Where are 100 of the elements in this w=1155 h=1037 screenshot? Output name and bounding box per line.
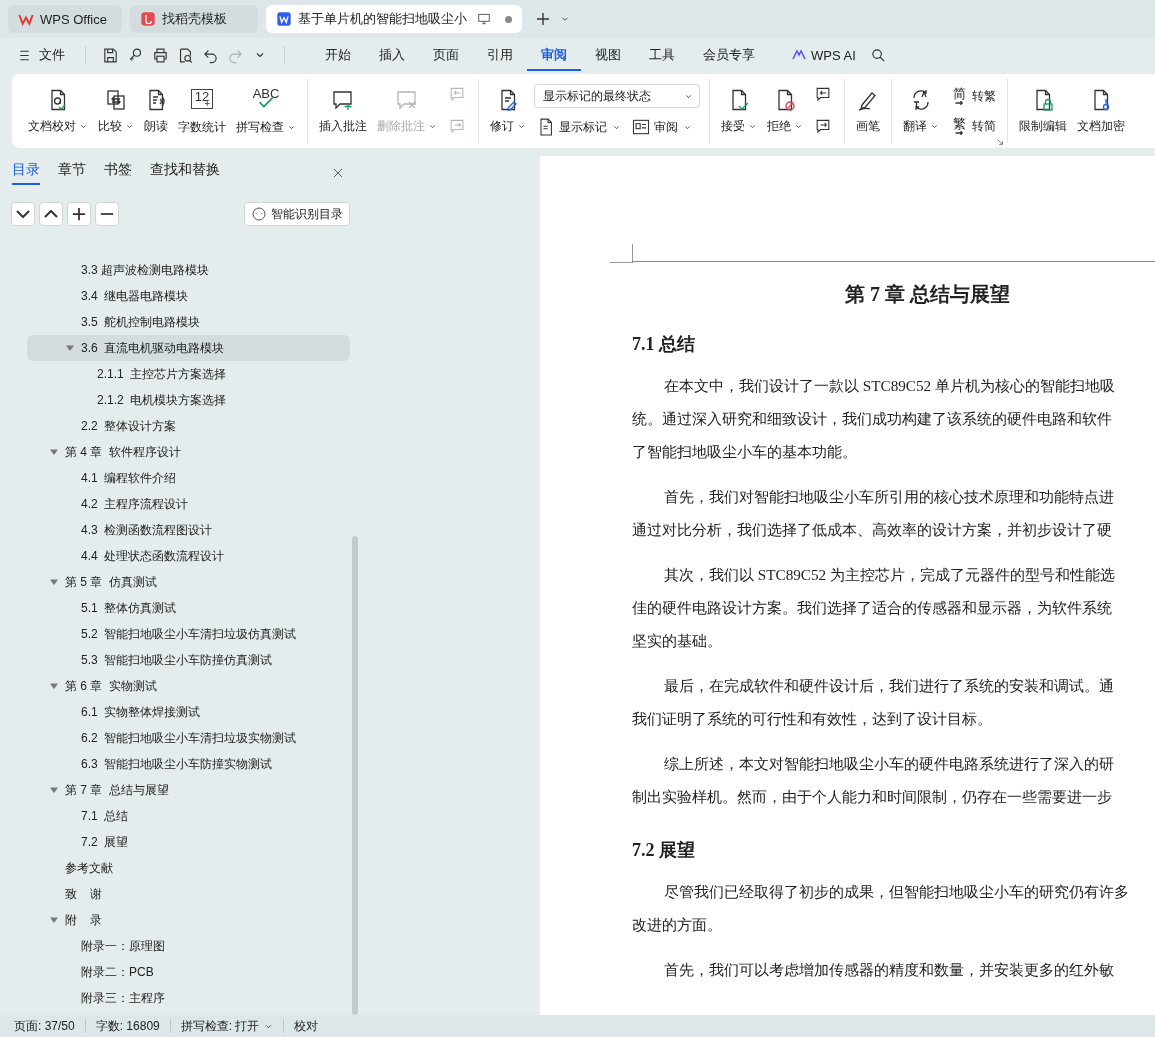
window-tab[interactable]: 基于单片机的智能扫地吸尘小	[266, 5, 522, 33]
search-icon[interactable]	[869, 46, 887, 64]
outline-item[interactable]: 6.3 智能扫地吸尘小车防撞实物测试	[27, 751, 350, 777]
ribbon-button[interactable]: 12 字数统计	[174, 84, 230, 138]
outline-tool-button[interactable]	[95, 202, 119, 226]
outline-tool-button[interactable]	[67, 202, 91, 226]
markup-dropdown[interactable]: 显示标记的最终状态	[534, 84, 700, 108]
status-item: 页面: 37/50	[14, 1017, 75, 1035]
ribbon-tab[interactable]: 开始	[311, 39, 365, 71]
outline-tool-button[interactable]	[11, 202, 35, 226]
ribbon-tab[interactable]: 会员专享	[689, 39, 769, 71]
ribbon-button[interactable]: 插入批注	[315, 85, 371, 137]
panel-tab[interactable]: 目录	[12, 161, 40, 185]
ribbon-button[interactable]: 朗读	[140, 85, 172, 137]
dialog-launcher-icon[interactable]	[996, 138, 1004, 146]
print-icon[interactable]	[152, 46, 169, 64]
status-item[interactable]: 拼写检查: 打开	[180, 1017, 274, 1035]
ribbon-button[interactable]: 限制编辑	[1015, 85, 1071, 137]
body-text-line: 首先，我们对智能扫地吸尘小车所引用的核心技术原理和功能特点进	[663, 487, 1115, 507]
scrollbar[interactable]	[352, 536, 358, 1015]
print-preview-icon[interactable]	[177, 46, 194, 64]
outline-item[interactable]: 7.1 总结	[27, 803, 350, 829]
ribbon-button[interactable]: 繁 转简	[947, 115, 998, 137]
outline-item[interactable]: 3.6 直流电机驱动电路模块	[27, 335, 350, 361]
outline-item[interactable]: 3.5 舵机控制电路模块	[27, 309, 350, 335]
outline-item[interactable]: 附 录	[27, 907, 350, 933]
outline-item[interactable]: 附录三：主程序	[27, 985, 350, 1011]
ai-button[interactable]: WPS AI	[785, 46, 862, 64]
expand-triangle-icon[interactable]	[65, 343, 75, 353]
expand-triangle-icon[interactable]	[49, 577, 59, 587]
close-icon[interactable]	[331, 166, 345, 180]
ribbon-tab[interactable]: 页面	[419, 39, 473, 71]
ribbon-button[interactable]: 审阅	[629, 116, 694, 138]
expand-triangle-icon[interactable]	[49, 785, 59, 795]
outline-item[interactable]: 4.3 检测函数流程图设计	[27, 517, 350, 543]
outline-item[interactable]: 6.1 实物整体焊接测试	[27, 699, 350, 725]
body-text-line: 在本文中，我们设计了一款以 STC89C52 单片机为核心的智能扫地吸	[663, 376, 1116, 396]
ribbon-tab[interactable]: 引用	[473, 39, 527, 71]
outline-item[interactable]: 2.2 整体设计方案	[27, 413, 350, 439]
margin-corner-mark	[610, 244, 633, 263]
panel-tab[interactable]: 章节	[58, 161, 86, 185]
outline-item[interactable]: 3.4 继电器电路模块	[27, 283, 350, 309]
save-icon[interactable]	[102, 46, 119, 64]
outline-item[interactable]: 7.2 展望	[27, 829, 350, 855]
ribbon-button[interactable]: 显示标记	[534, 116, 623, 138]
outline-item[interactable]: 6.2 智能扫地吸尘小车清扫垃圾实物测试	[27, 725, 350, 751]
outline-item[interactable]: 第 7 章 总结与展望	[27, 777, 350, 803]
outline-item[interactable]: 附录一：原理图	[27, 933, 350, 959]
ribbon-tab[interactable]: 视图	[581, 39, 635, 71]
outline-item[interactable]: 5.2 智能扫地吸尘小车清扫垃圾仿真测试	[27, 621, 350, 647]
ribbon-tab[interactable]: 插入	[365, 39, 419, 71]
outline-item[interactable]: 第 6 章 实物测试	[27, 673, 350, 699]
outline-item[interactable]: 4.1 编程软件介绍	[27, 465, 350, 491]
window-tab[interactable]: 找稻壳模板	[130, 5, 258, 33]
body-text-line: 通过对比分析，我们选择了低成本、高效率的设计方案，并初步设计了硬	[632, 520, 1113, 540]
ribbon-button[interactable]: 文档加密	[1073, 85, 1129, 137]
outline-item[interactable]: 第 5 章 仿真测试	[27, 569, 350, 595]
key-icon[interactable]	[127, 46, 144, 64]
outline-item[interactable]: 5.1 整体仿真测试	[27, 595, 350, 621]
outline-item[interactable]: 第 4 章 软件程序设计	[27, 439, 350, 465]
outline-item[interactable]: 附录二：PCB	[27, 959, 350, 985]
number-plus-icon: 12	[191, 88, 213, 109]
outline-item[interactable]: 2.1.1 主控芯片方案选择	[27, 361, 350, 387]
outline-tool-button[interactable]	[39, 202, 63, 226]
expand-triangle-icon[interactable]	[49, 447, 59, 457]
smart-circle-icon	[251, 206, 267, 222]
outline-item[interactable]: 2.1.2 电机模块方案选择	[27, 387, 350, 413]
ribbon-button[interactable]: 翻译	[899, 85, 943, 137]
outline-item[interactable]: 4.4 处理状态函数流程设计	[27, 543, 350, 569]
panel-tab[interactable]: 查找和替换	[150, 161, 220, 185]
outline-item[interactable]: 参考文献	[27, 855, 350, 881]
ribbon-button[interactable]: 拒绝	[763, 85, 807, 137]
outline-item[interactable]: 致 谢	[27, 881, 350, 907]
ribbon-button[interactable]: 修订	[486, 85, 530, 137]
ribbon-button[interactable]: 接受	[717, 85, 761, 137]
ribbon-tab[interactable]: 工具	[635, 39, 689, 71]
body-text-line: 制出实验样机。然而，由于个人能力和时间限制，仍存在一些需要进一步	[632, 787, 1113, 807]
section-heading: 7.1 总结	[632, 333, 696, 356]
body-text-line: 了智能扫地吸尘小车的基本功能。	[632, 442, 858, 462]
ribbon-button[interactable]: 简 转繁	[947, 85, 998, 107]
ribbon-button[interactable]: 画笔	[852, 85, 884, 137]
file-menu-button[interactable]: 文件	[12, 46, 69, 64]
ribbon-button[interactable]: ABC 拼写检查	[232, 84, 300, 138]
body-text-line: 首先，我们可以考虑增加传感器的精度和数量，并安装更多的红外敏	[663, 960, 1115, 980]
status-item: 校对	[294, 1017, 319, 1035]
smart-toc-button[interactable]: 智能识别目录	[244, 202, 350, 226]
outline-item[interactable]: 3.3 超声波检测电路模块	[27, 257, 350, 283]
new-tab-plus-icon[interactable]	[534, 10, 552, 28]
ribbon-button[interactable]: 文档校对	[24, 85, 92, 137]
body-text-line: 坚实的基础。	[632, 631, 723, 651]
outline-item[interactable]: 5.3 智能扫地吸尘小车防撞仿真测试	[27, 647, 350, 673]
window-tab[interactable]: WPS Office	[8, 5, 122, 33]
ribbon-tab[interactable]: 审阅	[527, 39, 581, 71]
panel-tab[interactable]: 书签	[104, 161, 132, 185]
expand-triangle-icon[interactable]	[49, 915, 59, 925]
expand-triangle-icon[interactable]	[49, 681, 59, 691]
body-text-line: 最后，在完成软件和硬件设计后，我们进行了系统的安装和调试。通	[663, 676, 1115, 696]
ribbon-button[interactable]: 比较	[94, 85, 138, 137]
body-text-line: 佳的硬件电路设计方案。我们选择了适合的传感器和显示器，为软件系统	[632, 598, 1113, 618]
outline-item[interactable]: 4.2 主程序流程设计	[27, 491, 350, 517]
